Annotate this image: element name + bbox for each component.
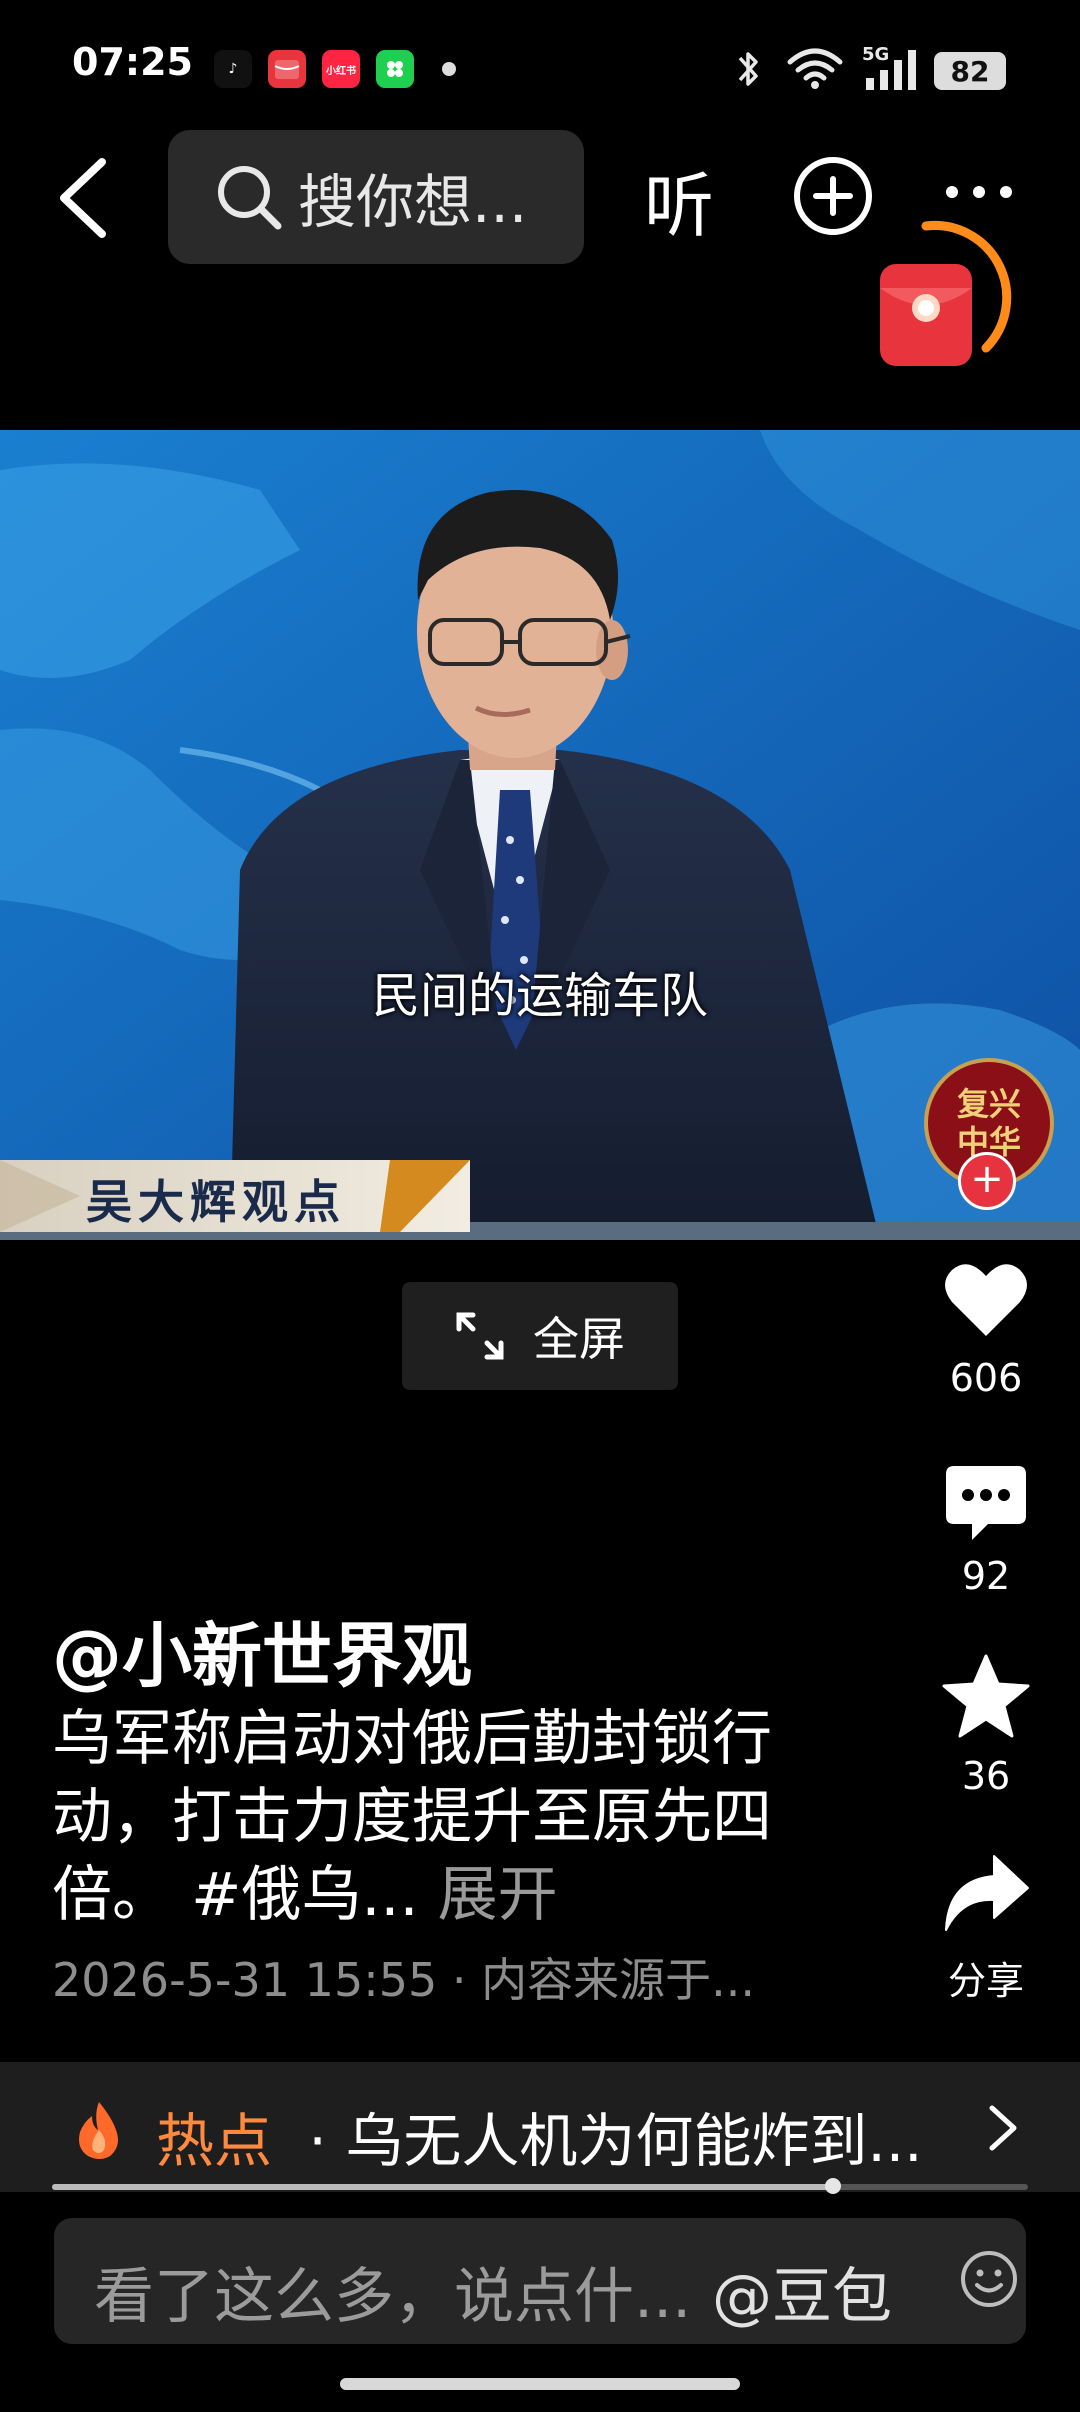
comment-placeholder: 看了这么多，说点什... bbox=[94, 2262, 692, 2332]
add-button[interactable] bbox=[794, 157, 872, 235]
more-icon[interactable] bbox=[944, 184, 1014, 200]
video-player[interactable] bbox=[0, 430, 1080, 1240]
like-icon[interactable] bbox=[944, 1262, 1028, 1338]
video-subtitle: 民间的运输车队 bbox=[371, 968, 708, 1024]
back-icon[interactable] bbox=[54, 156, 114, 240]
hot-label: 热点 bbox=[156, 2107, 273, 2175]
plus-icon bbox=[813, 176, 853, 216]
like-count: 606 bbox=[949, 1356, 1023, 1400]
post-description: 乌军称启动对俄后勤封锁行动，打击力度提升至原先四倍。 #俄乌... 展开 bbox=[52, 1700, 812, 1934]
wifi-icon bbox=[787, 48, 843, 89]
emoji-icon[interactable] bbox=[958, 2248, 1020, 2310]
expand-button[interactable]: 展开 bbox=[438, 1860, 558, 1930]
share-icon[interactable] bbox=[942, 1854, 1030, 1934]
battery-icon: 82 bbox=[934, 52, 1006, 90]
lower-third-text: 吴大辉观点 bbox=[86, 1175, 346, 1229]
comment-icon[interactable] bbox=[944, 1464, 1028, 1544]
signal-icon bbox=[866, 50, 916, 90]
description-text: 乌军称启动对俄后勤封锁行动，打击力度提升至原先四倍。 #俄乌... bbox=[52, 1704, 772, 1930]
search-placeholder: 搜你想... bbox=[298, 168, 528, 236]
fullscreen-label: 全屏 bbox=[533, 1312, 625, 1366]
bluetooth-icon bbox=[738, 52, 758, 86]
flame-icon bbox=[79, 2102, 118, 2159]
xiaohongshu-app-icon: 小红书 bbox=[322, 50, 360, 88]
video-progress-handle[interactable] bbox=[825, 2178, 841, 2194]
favorite-count: 36 bbox=[961, 1754, 1011, 1798]
favorite-icon[interactable] bbox=[942, 1654, 1030, 1738]
author-name[interactable]: @小新世界观 bbox=[52, 1600, 472, 1701]
red-packet-app-icon bbox=[268, 50, 306, 88]
home-indicator[interactable] bbox=[340, 2378, 740, 2390]
search-icon bbox=[218, 166, 282, 230]
video-progress-fill bbox=[52, 2184, 833, 2190]
chevron-right-icon[interactable] bbox=[988, 2104, 1018, 2152]
red-packet-reward-icon[interactable] bbox=[866, 218, 1012, 378]
hot-topic-text[interactable]: · 乌无人机为何能炸到... bbox=[290, 2094, 922, 2178]
search-input[interactable]: 搜你想... bbox=[168, 130, 584, 264]
expand-icon bbox=[456, 1312, 504, 1360]
video-frame bbox=[0, 430, 1080, 1240]
wechat-mini-app-icon bbox=[376, 50, 414, 88]
post-meta[interactable]: 2026-5-31 15:55 · 内容来源于... bbox=[52, 1944, 755, 2010]
tiktok-app-icon: ♪ bbox=[214, 50, 252, 88]
share-label[interactable]: 分享 bbox=[906, 1950, 1066, 2005]
listen-button[interactable]: 听 bbox=[644, 150, 714, 251]
comment-count: 92 bbox=[961, 1554, 1011, 1598]
mention-doubao-button[interactable]: @豆包 bbox=[712, 2248, 892, 2335]
fullscreen-button[interactable]: 全屏 bbox=[402, 1282, 678, 1390]
follow-button[interactable]: + bbox=[958, 1152, 1016, 1210]
status-time: 07:25 bbox=[72, 40, 193, 84]
notification-dot-icon bbox=[442, 62, 456, 76]
